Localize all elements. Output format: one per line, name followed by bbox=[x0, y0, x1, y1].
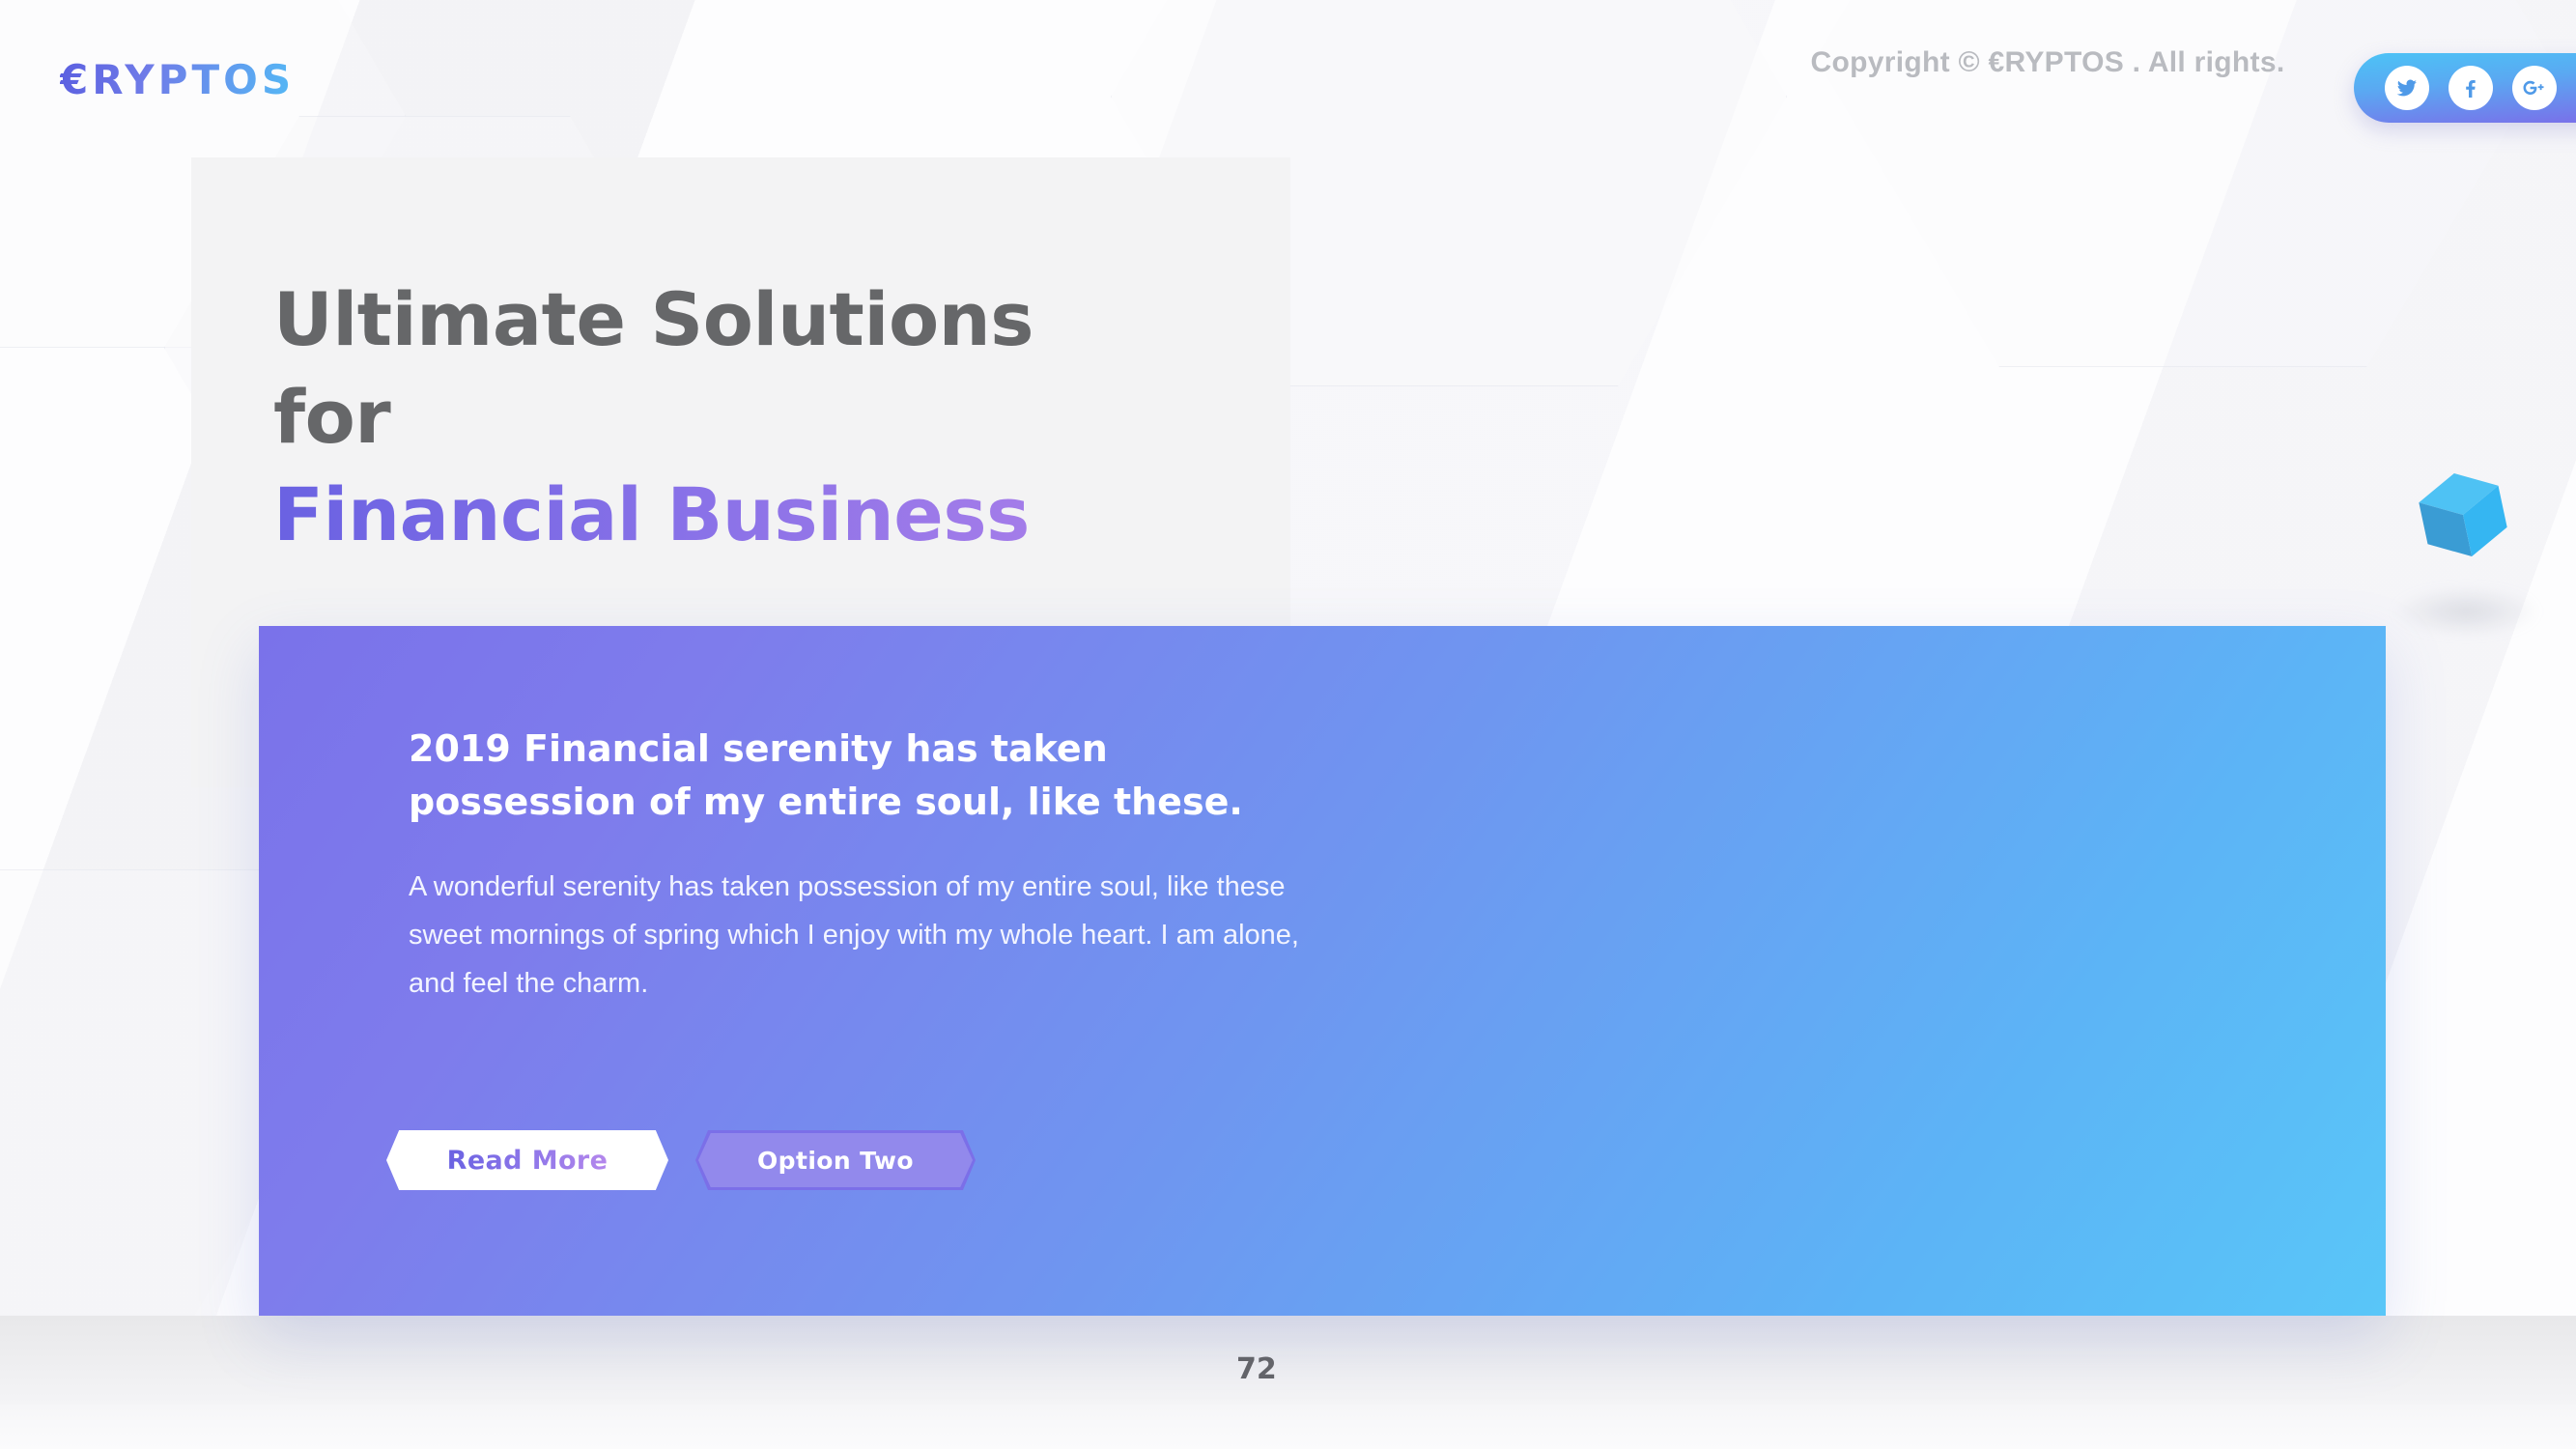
option-two-label: Option Two bbox=[698, 1133, 973, 1187]
headline-accent-line: Financial Business bbox=[273, 466, 1297, 563]
site-logo[interactable]: €RYPTOS bbox=[60, 56, 295, 103]
read-more-button[interactable]: Read More bbox=[386, 1130, 668, 1190]
social-links-bar bbox=[2354, 53, 2576, 123]
promo-content: 2019 Financial serenity has taken posses… bbox=[409, 723, 1374, 1009]
headline-line-2: for bbox=[273, 374, 391, 461]
hero-slider-page: €RYPTOS Copyright © €RYPTOS . All rights… bbox=[0, 0, 2576, 1449]
slide-counter: 72 bbox=[1236, 1352, 1277, 1386]
promo-card: 2019 Financial serenity has taken posses… bbox=[259, 626, 2386, 1316]
promo-body-text: A wonderful serenity has taken possessio… bbox=[409, 871, 1299, 999]
footer-band-lower bbox=[0, 1405, 2576, 1449]
cube-icon bbox=[2419, 472, 2507, 557]
hero-headline: Ultimate Solutions for Financial Busines… bbox=[273, 270, 1297, 563]
headline-line-1: Ultimate Solutions bbox=[273, 276, 1034, 362]
googleplus-icon[interactable] bbox=[2512, 66, 2557, 110]
read-more-label: Read More bbox=[446, 1145, 609, 1176]
promo-actions: Read More Option Two bbox=[386, 1130, 976, 1190]
twitter-icon[interactable] bbox=[2385, 66, 2429, 110]
facebook-icon[interactable] bbox=[2449, 66, 2493, 110]
copyright-text: Copyright © €RYPTOS . All rights. bbox=[1810, 46, 2285, 78]
option-two-button[interactable]: Option Two bbox=[695, 1130, 976, 1190]
footer-band bbox=[0, 1316, 2576, 1405]
cube-shadow bbox=[2393, 587, 2538, 636]
promo-title: 2019 Financial serenity has taken posses… bbox=[409, 727, 1243, 824]
